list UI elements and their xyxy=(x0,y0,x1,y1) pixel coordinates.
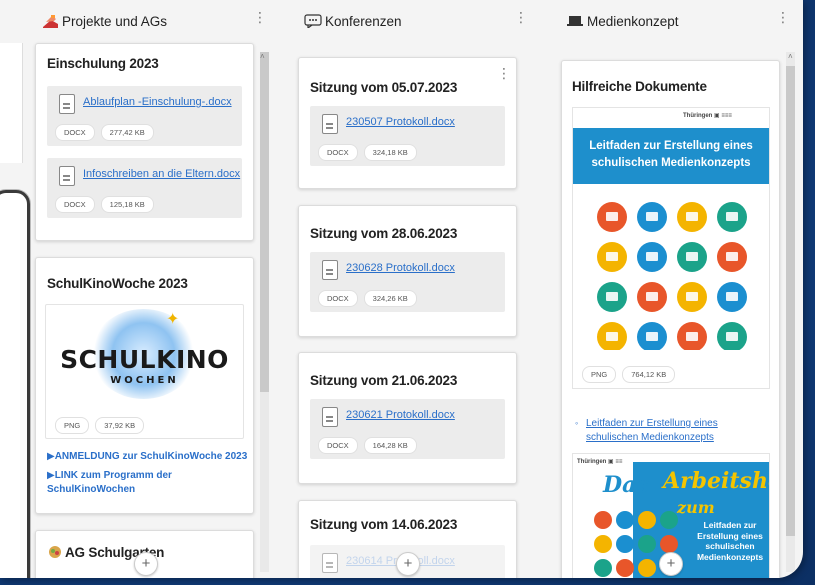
file-name[interactable]: 230628 Protokoll.docx xyxy=(346,262,455,274)
file-attachment[interactable]: Ablaufplan -Einschulung-.docx DOCX 277,4… xyxy=(47,86,242,146)
star-icon: ✦✦ xyxy=(166,311,188,328)
card-sitzung-2[interactable]: Sitzung vom 21.06.2023 230621 Protokoll.… xyxy=(298,352,517,484)
garden-icon xyxy=(47,545,63,564)
programm-link-cont[interactable]: SchulKinoWochen xyxy=(47,484,135,495)
projects-icon xyxy=(42,14,59,29)
column-header-medien[interactable]: Medienkonzept xyxy=(566,8,679,34)
card-title: Sitzung vom 05.07.2023 xyxy=(310,80,458,95)
file-type-badge: DOCX xyxy=(55,196,95,213)
thueringen-logo-small: Thüringen ▣ ≡≡ xyxy=(577,459,623,465)
anmeldung-link[interactable]: ▶ANMELDUNG zur SchulKinoWoche 2023 xyxy=(47,451,247,462)
file-name[interactable]: 230507 Protokoll.docx xyxy=(346,116,455,128)
file-name[interactable]: Infoschreiben an die Eltern.docx xyxy=(83,168,240,180)
file-size-badge: 125,18 KB xyxy=(100,196,154,213)
column-title-projekte: Projekte und AGs xyxy=(62,13,168,29)
file-size-badge: 277,42 KB xyxy=(100,124,154,141)
file-attachment[interactable]: 230628 Protokoll.docx DOCX 324,26 KB xyxy=(310,252,505,312)
file-name[interactable]: Ablaufplan -Einschulung-.docx xyxy=(83,96,232,108)
file-type-badge: DOCX xyxy=(55,124,95,141)
heft-subtitle: Leitfaden zur Erstellung eines schulisch… xyxy=(696,520,764,562)
card-schulkino[interactable]: SchulKinoWoche 2023 ✦✦ SCHULKINO WOCHEN … xyxy=(35,257,254,514)
card-title: Hilfreiche Dokumente xyxy=(572,79,707,94)
file-size-badge: 324,26 KB xyxy=(363,290,417,307)
column-header-konferenzen[interactable]: Konferenzen xyxy=(304,8,402,34)
scrollbar-medien[interactable] xyxy=(786,52,795,572)
card-title: Sitzung vom 21.06.2023 xyxy=(310,373,458,388)
add-post-button-projekte[interactable]: + xyxy=(134,552,158,576)
column-title-medien: Medienkonzept xyxy=(587,13,679,29)
file-size-badge: 164,28 KB xyxy=(363,437,417,454)
file-type-badge: DOCX xyxy=(318,144,358,161)
scrollbar-thumb[interactable] xyxy=(786,66,795,536)
leitfaden-poster-image[interactable]: Thüringen ▣ ≡≡≡ Leitfaden zur Erstellung… xyxy=(572,107,770,389)
document-icon xyxy=(59,166,75,186)
file-attachment[interactable]: Infoschreiben an die Eltern.docx DOCX 12… xyxy=(47,158,242,218)
add-post-button-medien[interactable]: + xyxy=(659,552,683,576)
file-attachment[interactable]: 230507 Protokoll.docx DOCX 324,18 KB xyxy=(310,106,505,166)
file-type-badge: PNG xyxy=(582,366,617,383)
laptop-icon xyxy=(566,14,584,28)
card-einschulung[interactable]: Einschulung 2023 Ablaufplan -Einschulung… xyxy=(35,43,254,241)
scroll-up-arrow[interactable]: ˄ xyxy=(788,52,793,61)
heft-title-arbeitsheft: Arbeitsheft xyxy=(663,468,769,494)
schulkino-logo-subtext: WOCHEN xyxy=(110,375,179,386)
file-name[interactable]: 230621 Protokoll.docx xyxy=(346,409,455,421)
programm-link[interactable]: ▶LINK zum Programm der xyxy=(47,470,172,481)
leitfaden-link-cont[interactable]: schulischen Medienkonzepts xyxy=(586,432,714,443)
card-sitzung-1[interactable]: Sitzung vom 28.06.2023 230628 Protokoll.… xyxy=(298,205,517,337)
scrollbar-projekte[interactable] xyxy=(260,52,269,572)
card-hilfreiche-dokumente[interactable]: Hilfreiche Dokumente Thüringen ▣ ≡≡≡ Lei… xyxy=(561,60,780,578)
card-title: SchulKinoWoche 2023 xyxy=(47,276,188,291)
column-title-konferenzen: Konferenzen xyxy=(325,13,402,29)
padlet-board: Projekte und AGs ⋮ Einschulung 2023 Abla… xyxy=(0,0,803,578)
left-column-stub xyxy=(0,43,23,163)
file-attachment[interactable]: 230621 Protokoll.docx DOCX 164,28 KB xyxy=(310,399,505,459)
add-post-button-konferenzen[interactable]: + xyxy=(396,552,420,576)
column-menu-projekte[interactable]: ⋮ xyxy=(253,10,267,24)
file-type-badge: DOCX xyxy=(318,437,358,454)
card-title: Sitzung vom 14.06.2023 xyxy=(310,517,458,532)
thueringen-logo: Thüringen ▣ ≡≡≡ xyxy=(683,113,732,119)
poster-title: Leitfaden zur Erstellung eines schulisch… xyxy=(573,128,769,184)
document-icon xyxy=(59,94,75,114)
heft-title-das: Das xyxy=(603,472,649,498)
card-sitzung-0[interactable]: Sitzung vom 05.07.2023 ⋮ 230507 Protokol… xyxy=(298,57,517,189)
card-title: Einschulung 2023 xyxy=(47,56,159,71)
document-icon xyxy=(322,114,338,134)
document-icon xyxy=(322,407,338,427)
column-menu-medien[interactable]: ⋮ xyxy=(776,10,790,24)
poster-icon-grid xyxy=(597,202,747,350)
column-header-projekte[interactable]: Projekte und AGs xyxy=(42,8,167,34)
card-title: Sitzung vom 28.06.2023 xyxy=(310,226,458,241)
scrollbar-thumb[interactable] xyxy=(260,52,269,392)
file-size-badge: 764,12 KB xyxy=(622,366,676,383)
card-menu[interactable]: ⋮ xyxy=(497,66,511,80)
leitfaden-link[interactable]: Leitfaden zur Erstellung eines xyxy=(586,418,718,429)
column-menu-konferenzen[interactable]: ⋮ xyxy=(514,10,528,24)
file-size-badge: 37,92 KB xyxy=(95,417,145,434)
bullet-icon: ◦ xyxy=(575,418,579,428)
file-type-badge: DOCX xyxy=(318,290,358,307)
scroll-up-arrow[interactable]: ˄ xyxy=(260,52,265,61)
document-icon xyxy=(322,553,338,573)
file-size-badge: 324,18 KB xyxy=(363,144,417,161)
left-panel xyxy=(0,190,30,578)
schulkino-logo-text: SCHULKINO xyxy=(60,345,229,374)
file-type-badge: PNG xyxy=(55,417,90,434)
schulkino-image[interactable]: ✦✦ SCHULKINO WOCHEN PNG 37,92 KB xyxy=(45,304,244,439)
document-icon xyxy=(322,260,338,280)
speech-bubble-icon xyxy=(304,14,322,28)
